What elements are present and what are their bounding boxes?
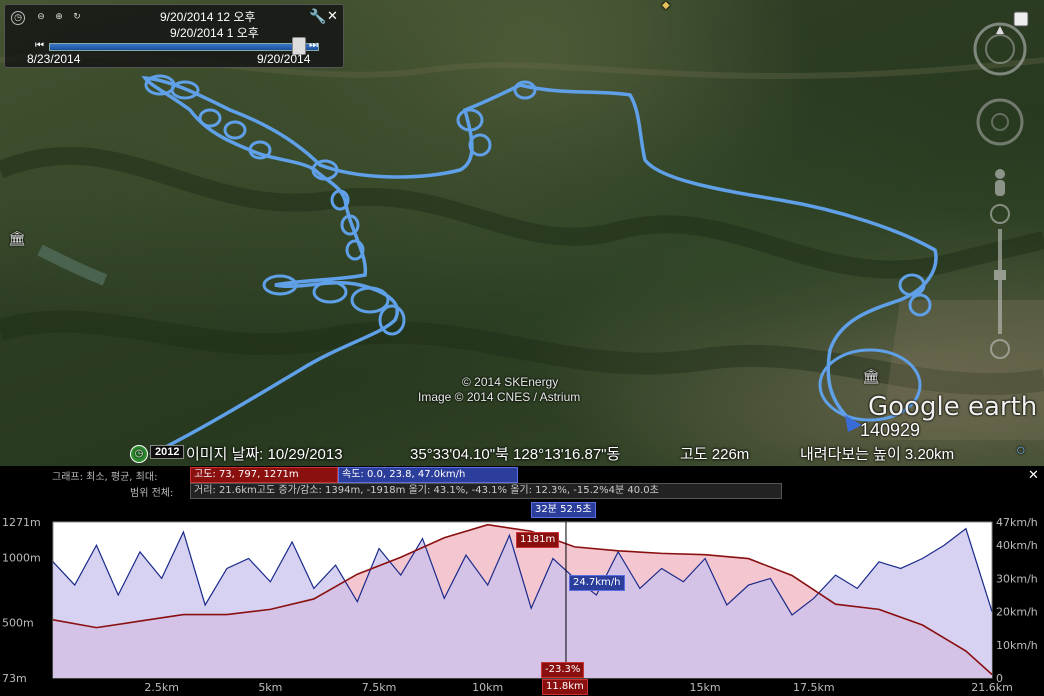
refresh-icon[interactable]: ↻ xyxy=(71,11,83,23)
range-end-label: 9/20/2014 xyxy=(257,52,311,66)
skip-back-icon[interactable]: ⏮ xyxy=(35,40,44,51)
navigation-controls xyxy=(973,11,1029,359)
y-right-tick-label: 47km/h xyxy=(996,516,1038,529)
compass-icon[interactable] xyxy=(973,22,1027,76)
elevation-profile-panel: 그래프: 최소, 평균, 최대: 고도: 73, 797, 1271m 속도: … xyxy=(0,466,1044,696)
range-start-label: 8/23/2014 xyxy=(27,52,81,66)
elevation-readout: 고도 226m xyxy=(680,446,750,463)
google-earth-logo: Google earth xyxy=(868,392,1038,422)
place-marker-icon[interactable]: ◆ xyxy=(662,0,670,11)
x-tick-label: 7.5km xyxy=(362,681,397,694)
x-tick-label: 10km xyxy=(472,681,503,694)
cursor-altitude-chip: 1181m xyxy=(516,532,560,548)
wrench-icon[interactable]: 🔧 xyxy=(309,8,326,25)
north-reset-icon[interactable] xyxy=(1013,11,1029,27)
y-right-tick-label: 10km/h xyxy=(996,639,1038,652)
history-clock-icon[interactable]: ◷ xyxy=(130,445,148,463)
x-tick-label: 21.6km xyxy=(971,681,1013,694)
x-tick-label: 2.5km xyxy=(144,681,179,694)
current-time-end: 9/20/2014 1 오후 xyxy=(170,26,259,40)
x-tick-label: 5km xyxy=(258,681,282,694)
elevation-speed-chart[interactable]: 1271m 1000m 500m 73m 47km/h 40km/h 30km/h 20km/… xyxy=(0,466,1044,696)
track-point-label: 140929 xyxy=(860,420,921,440)
copyright-line-2: Image © 2014 CNES / Astrium xyxy=(418,390,581,404)
imagery-date: 이미지 날짜: 10/29/2013 xyxy=(186,446,343,463)
zoom-out-icon[interactable]: ⊖ xyxy=(35,11,47,23)
x-tick-label: 17.5km xyxy=(793,681,835,694)
y-left-tick-label: 1000m xyxy=(2,551,41,564)
zoom-in-icon[interactable]: ⊕ xyxy=(53,11,65,23)
zoom-slider-icon[interactable] xyxy=(990,204,1010,359)
cursor-speed-chip: 24.7km/h xyxy=(569,575,625,591)
close-icon[interactable]: ✕ xyxy=(327,8,338,24)
y-right-tick-label: 20km/h xyxy=(996,606,1038,619)
skip-forward-icon[interactable]: ⏭ xyxy=(309,40,318,51)
museum-icon[interactable]: 🏛 xyxy=(862,368,880,385)
look-joystick-icon[interactable] xyxy=(976,98,1024,146)
coordinates-readout: 35°33'04.10"북 128°13'16.87"동 xyxy=(410,446,621,463)
y-right-tick-label: 30km/h xyxy=(996,572,1038,585)
y-left-tick-label: 500m xyxy=(2,616,34,629)
museum-icon[interactable]: 🏛 xyxy=(8,230,26,247)
y-left-tick-label: 73m xyxy=(2,672,27,685)
eye-altitude-readout: 내려다보는 높이 3.20km xyxy=(800,446,955,463)
street-view-icon[interactable] xyxy=(995,169,1005,196)
map-view[interactable]: ◷ ⊖ ⊕ ↻ 9/20/2014 12 오후 9/20/2014 1 오후 🔧… xyxy=(0,0,1044,466)
time-slider-track[interactable] xyxy=(49,43,319,51)
y-right-tick-label: 40km/h xyxy=(996,539,1038,552)
time-slider-panel: ◷ ⊖ ⊕ ↻ 9/20/2014 12 오후 9/20/2014 1 오후 🔧… xyxy=(4,4,344,68)
status-bar: ◷ 2012 이미지 날짜: 10/29/2013 35°33'04.10"북 … xyxy=(0,440,1044,466)
clock-icon[interactable]: ◷ xyxy=(11,11,25,25)
cursor-distance-chip: 11.8km xyxy=(542,679,588,695)
cursor-slope-chip: -23.3% xyxy=(541,662,585,678)
copyright-line-1: © 2014 SKEnergy xyxy=(462,375,559,389)
current-time-start: 9/20/2014 12 오후 xyxy=(160,10,256,24)
imagery-year-badge[interactable]: 2012 xyxy=(150,445,185,459)
x-tick-label: 15km xyxy=(690,681,721,694)
y-left-tick-label: 1271m xyxy=(2,516,41,529)
loading-indicator-icon: ○ xyxy=(1016,442,1026,459)
